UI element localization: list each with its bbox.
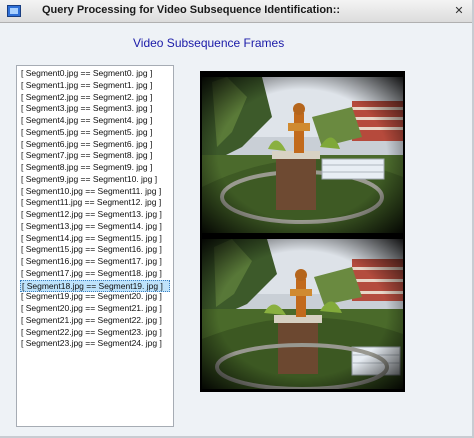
video-frame-top bbox=[202, 77, 403, 233]
list-item[interactable]: [ Segment20.jpg == Segment21. jpg ] bbox=[20, 303, 163, 314]
close-button[interactable]: ✕ bbox=[451, 3, 467, 18]
frames-heading: Video Subsequence Frames bbox=[133, 36, 285, 50]
list-item[interactable]: [ Segment19.jpg == Segment20. jpg ] bbox=[20, 291, 163, 302]
list-item[interactable]: [ Segment18.jpg == Segment19. jpg ] bbox=[20, 279, 170, 292]
frames-panel bbox=[200, 71, 405, 392]
list-item[interactable]: [ Segment5.jpg == Segment5. jpg ] bbox=[20, 127, 153, 138]
list-item[interactable]: [ Segment3.jpg == Segment3. jpg ] bbox=[20, 103, 153, 114]
list-item[interactable]: [ Segment17.jpg == Segment18. jpg ] bbox=[20, 268, 163, 279]
list-item[interactable]: [ Segment1.jpg == Segment1. jpg ] bbox=[20, 80, 153, 91]
list-item[interactable]: [ Segment21.jpg == Segment22. jpg ] bbox=[20, 315, 163, 326]
title-bar[interactable]: Query Processing for Video Subsequence I… bbox=[0, 0, 472, 23]
list-item[interactable]: [ Segment4.jpg == Segment4. jpg ] bbox=[20, 115, 153, 126]
list-item[interactable]: [ Segment7.jpg == Segment8. jpg ] bbox=[20, 150, 153, 161]
window-title: Query Processing for Video Subsequence I… bbox=[42, 4, 341, 16]
list-item[interactable]: [ Segment6.jpg == Segment6. jpg ] bbox=[20, 139, 153, 150]
list-item[interactable]: [ Segment2.jpg == Segment2. jpg ] bbox=[20, 92, 153, 103]
list-item[interactable]: [ Segment14.jpg == Segment15. jpg ] bbox=[20, 233, 163, 244]
list-item[interactable]: [ Segment12.jpg == Segment13. jpg ] bbox=[20, 209, 163, 220]
list-item[interactable]: [ Segment9.jpg == Segment10. jpg ] bbox=[20, 174, 158, 185]
list-item[interactable]: [ Segment11.jpg == Segment12. jpg ] bbox=[20, 197, 162, 208]
list-item[interactable]: [ Segment0.jpg == Segment0. jpg ] bbox=[20, 68, 153, 79]
list-item[interactable]: [ Segment22.jpg == Segment23. jpg ] bbox=[20, 327, 163, 338]
frame-image-bottom bbox=[202, 239, 403, 389]
list-item[interactable]: [ Segment15.jpg == Segment16. jpg ] bbox=[20, 244, 163, 255]
video-frame-bottom bbox=[202, 239, 403, 389]
list-item[interactable]: [ Segment13.jpg == Segment14. jpg ] bbox=[20, 221, 163, 232]
list-item[interactable]: [ Segment10.jpg == Segment11. jpg ] bbox=[20, 186, 162, 197]
segment-match-list[interactable]: [ Segment0.jpg == Segment0. jpg ][ Segme… bbox=[16, 65, 174, 427]
app-window: Query Processing for Video Subsequence I… bbox=[0, 0, 474, 438]
list-item[interactable]: [ Segment23.jpg == Segment24. jpg ] bbox=[20, 338, 163, 349]
app-icon bbox=[7, 5, 21, 17]
frame-image-top bbox=[202, 77, 403, 233]
list-item[interactable]: [ Segment16.jpg == Segment17. jpg ] bbox=[20, 256, 163, 267]
list-item[interactable]: [ Segment8.jpg == Segment9. jpg ] bbox=[20, 162, 153, 173]
